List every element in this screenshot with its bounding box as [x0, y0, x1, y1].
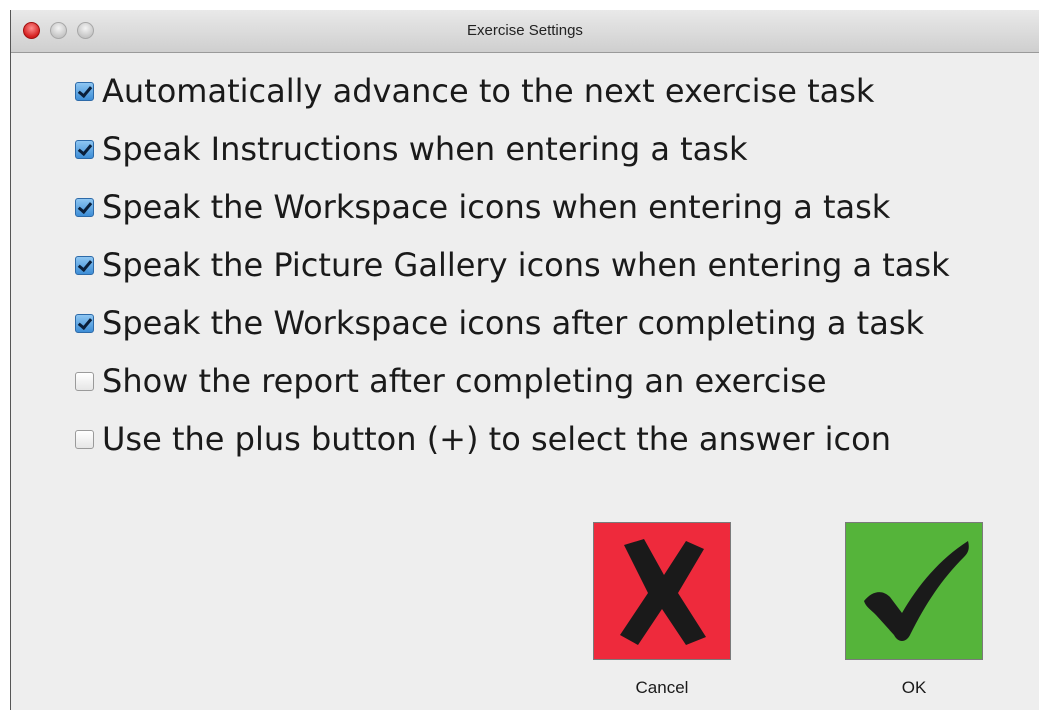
settings-options-list: Automatically advance to the next exerci…: [75, 62, 950, 468]
option-speak-workspace-icons-completing[interactable]: Speak the Workspace icons after completi…: [75, 294, 950, 352]
option-auto-advance[interactable]: Automatically advance to the next exerci…: [75, 62, 950, 120]
cancel-button-label: Cancel: [635, 678, 689, 697]
checkmark-icon: [864, 541, 969, 641]
option-plus-button-select[interactable]: Use the plus button (+) to select the an…: [75, 410, 950, 468]
speak-workspace-icons-entering-checkbox[interactable]: [75, 197, 94, 217]
show-report-checkbox[interactable]: [75, 371, 94, 391]
option-label: Speak Instructions when entering a task: [102, 130, 748, 168]
title-bar: Exercise Settings: [11, 10, 1039, 53]
option-speak-instructions[interactable]: Speak Instructions when entering a task: [75, 120, 950, 178]
speak-gallery-icons-entering-checkbox[interactable]: [75, 255, 94, 275]
option-label: Speak the Workspace icons when entering …: [102, 188, 891, 226]
option-speak-workspace-icons-entering[interactable]: Speak the Workspace icons when entering …: [75, 178, 950, 236]
auto-advance-checkbox[interactable]: [75, 81, 94, 101]
ok-button[interactable]: [845, 522, 983, 660]
ok-button-label: OK: [901, 678, 927, 697]
plus-button-select-checkbox[interactable]: [75, 429, 94, 449]
speak-instructions-checkbox[interactable]: [75, 139, 94, 159]
speak-workspace-icons-completing-checkbox[interactable]: [75, 313, 94, 333]
option-speak-gallery-icons-entering[interactable]: Speak the Picture Gallery icons when ent…: [75, 236, 950, 294]
option-label: Speak the Workspace icons after completi…: [102, 304, 925, 342]
window-title: Exercise Settings: [467, 22, 583, 39]
option-label: Speak the Picture Gallery icons when ent…: [102, 246, 950, 284]
cancel-button[interactable]: [593, 522, 731, 660]
option-show-report[interactable]: Show the report after completing an exer…: [75, 352, 950, 410]
exercise-settings-dialog: Exercise Settings Automatically advance …: [10, 10, 1039, 710]
option-label: Use the plus button (+) to select the an…: [102, 420, 891, 458]
option-label: Show the report after completing an exer…: [102, 362, 827, 400]
option-label: Automatically advance to the next exerci…: [102, 72, 875, 110]
x-mark-icon: [620, 539, 706, 645]
